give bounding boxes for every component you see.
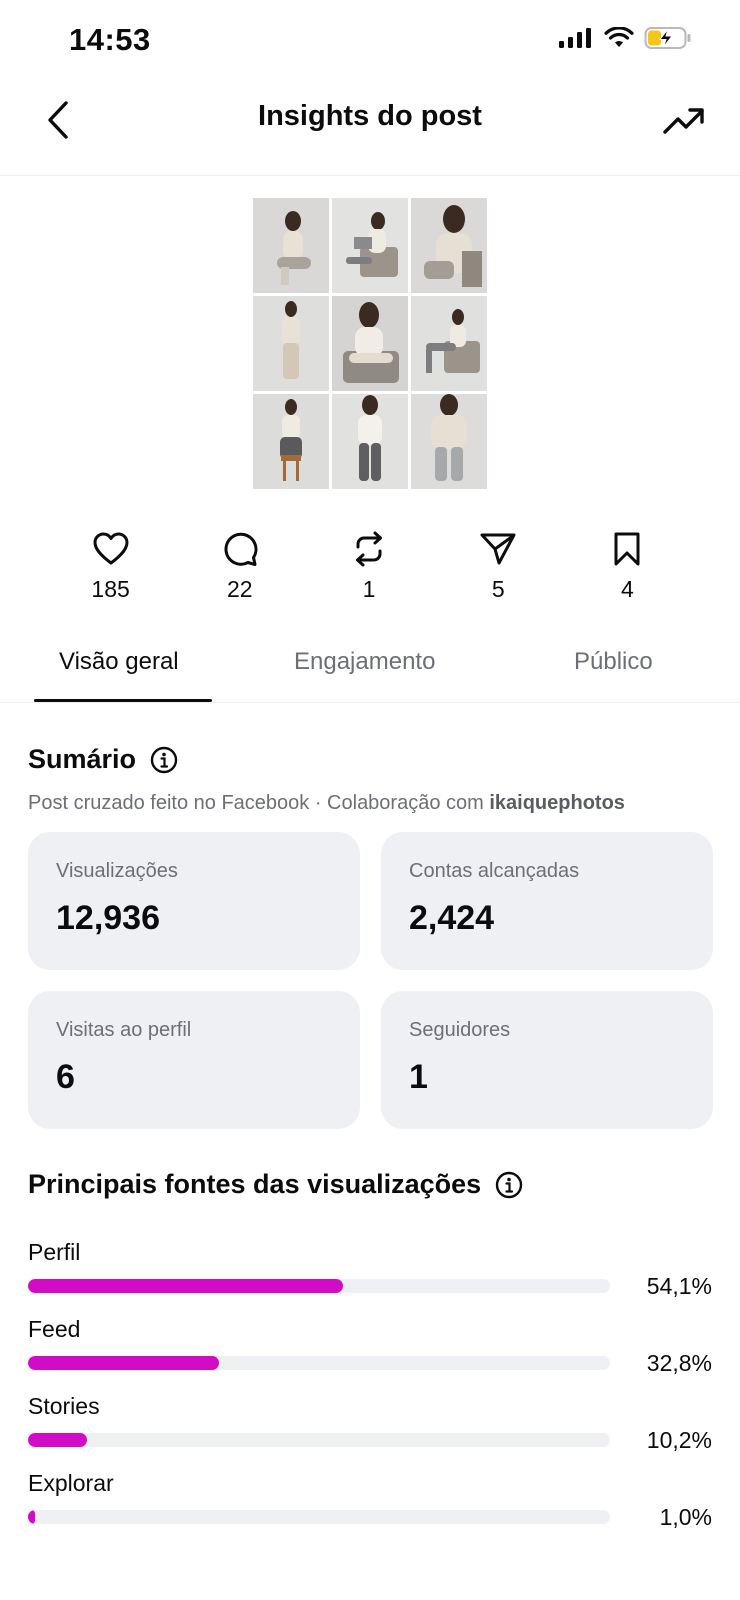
- post-photo: [411, 296, 487, 391]
- saves-count: 4: [621, 576, 634, 602]
- profile-visits-label: Visitas ao perfil: [56, 1019, 192, 1041]
- source-row-explore: Explorar 1,0%: [28, 1470, 712, 1548]
- reposts-count: 1: [362, 576, 376, 602]
- post-photo: [253, 296, 329, 391]
- post-photo: [411, 198, 487, 293]
- post-photo: [253, 198, 329, 293]
- nav-bar: Insights do post: [0, 80, 740, 176]
- views-label: Visualizações: [56, 860, 178, 882]
- status-icons: [558, 26, 692, 50]
- post-photo: [253, 394, 329, 489]
- source-percent: 10,2%: [646, 1427, 712, 1453]
- saves-metric[interactable]: 4: [563, 530, 692, 603]
- source-label: Explorar: [28, 1470, 114, 1496]
- post-photo: [332, 296, 408, 391]
- summary-subtitle: Post cruzado feito no Facebook · Colabor…: [28, 792, 625, 815]
- source-bar-fill: [28, 1510, 35, 1524]
- tab-audience[interactable]: Público: [574, 648, 653, 676]
- status-time: 14:53: [69, 22, 151, 57]
- heart-icon: [93, 532, 129, 565]
- bookmark-icon: [614, 532, 640, 566]
- sources-title: Principais fontes das visualizações: [28, 1169, 523, 1200]
- info-icon[interactable]: [495, 1171, 523, 1199]
- source-row-feed: Feed 32,8%: [28, 1316, 712, 1394]
- post-photo: [411, 394, 487, 489]
- likes-metric[interactable]: 185: [46, 530, 175, 603]
- trend-button[interactable]: [658, 96, 710, 144]
- source-bar-track: [28, 1356, 610, 1370]
- source-bar-track: [28, 1510, 610, 1524]
- wifi-icon: [604, 27, 634, 47]
- accounts-reached-card: Contas alcançadas 2,424: [381, 832, 713, 970]
- insights-tabs: Visão geral Engajamento Público: [0, 638, 740, 703]
- sources-title-text: Principais fontes das visualizações: [28, 1169, 482, 1199]
- tab-overview[interactable]: Visão geral: [59, 648, 179, 676]
- source-bar-fill: [28, 1356, 219, 1370]
- source-bar-track: [28, 1279, 610, 1293]
- profile-visits-card: Visitas ao perfil 6: [28, 991, 360, 1129]
- collaborator-link[interactable]: ikaiquephotos: [489, 792, 625, 814]
- post-thumbnail-grid[interactable]: [253, 198, 487, 489]
- source-bar-fill: [28, 1433, 88, 1447]
- followers-value: 1: [409, 1058, 428, 1096]
- source-label: Feed: [28, 1316, 81, 1342]
- post-photo: [332, 394, 408, 489]
- comments-count: 22: [227, 576, 253, 602]
- send-icon: [480, 533, 516, 565]
- shares-count: 5: [491, 576, 505, 602]
- followers-label: Seguidores: [409, 1019, 511, 1041]
- repost-icon: [356, 531, 382, 567]
- reposts-metric[interactable]: 1: [304, 530, 433, 603]
- info-icon[interactable]: [150, 746, 178, 774]
- views-card: Visualizações 12,936: [28, 832, 360, 970]
- status-bar: 14:53: [0, 0, 740, 80]
- summary-title-text: Sumário: [28, 744, 137, 774]
- source-label: Stories: [28, 1393, 100, 1419]
- views-value: 12,936: [56, 899, 160, 937]
- summary-title: Sumário: [28, 744, 178, 775]
- post-metrics: 185 22 1 5 4: [46, 530, 692, 603]
- source-row-profile: Perfil 54,1%: [28, 1239, 712, 1317]
- comment-icon: [224, 532, 258, 566]
- accounts-reached-label: Contas alcançadas: [409, 860, 580, 882]
- profile-visits-value: 6: [56, 1058, 75, 1096]
- shares-metric[interactable]: 5: [434, 530, 563, 603]
- source-label: Perfil: [28, 1239, 81, 1265]
- source-bar-track: [28, 1433, 610, 1447]
- source-percent: 32,8%: [646, 1350, 712, 1376]
- source-percent: 1,0%: [659, 1504, 712, 1530]
- page-title: Insights do post: [258, 100, 482, 132]
- trending-up-icon: [663, 108, 704, 134]
- source-percent: 54,1%: [646, 1273, 712, 1299]
- summary-subtitle-text: Post cruzado feito no Facebook · Colabor…: [28, 792, 490, 814]
- tab-engagement[interactable]: Engajamento: [294, 648, 435, 676]
- post-photo: [332, 198, 408, 293]
- source-bar-fill: [28, 1279, 343, 1293]
- active-tab-indicator: [34, 699, 212, 702]
- source-row-stories: Stories 10,2%: [28, 1393, 712, 1471]
- likes-count: 185: [91, 576, 130, 602]
- accounts-reached-value: 2,424: [409, 899, 495, 937]
- cellular-signal-icon: [559, 28, 591, 48]
- followers-card: Seguidores 1: [381, 991, 713, 1129]
- comments-metric[interactable]: 22: [175, 530, 304, 603]
- battery-charging-icon: [644, 27, 691, 49]
